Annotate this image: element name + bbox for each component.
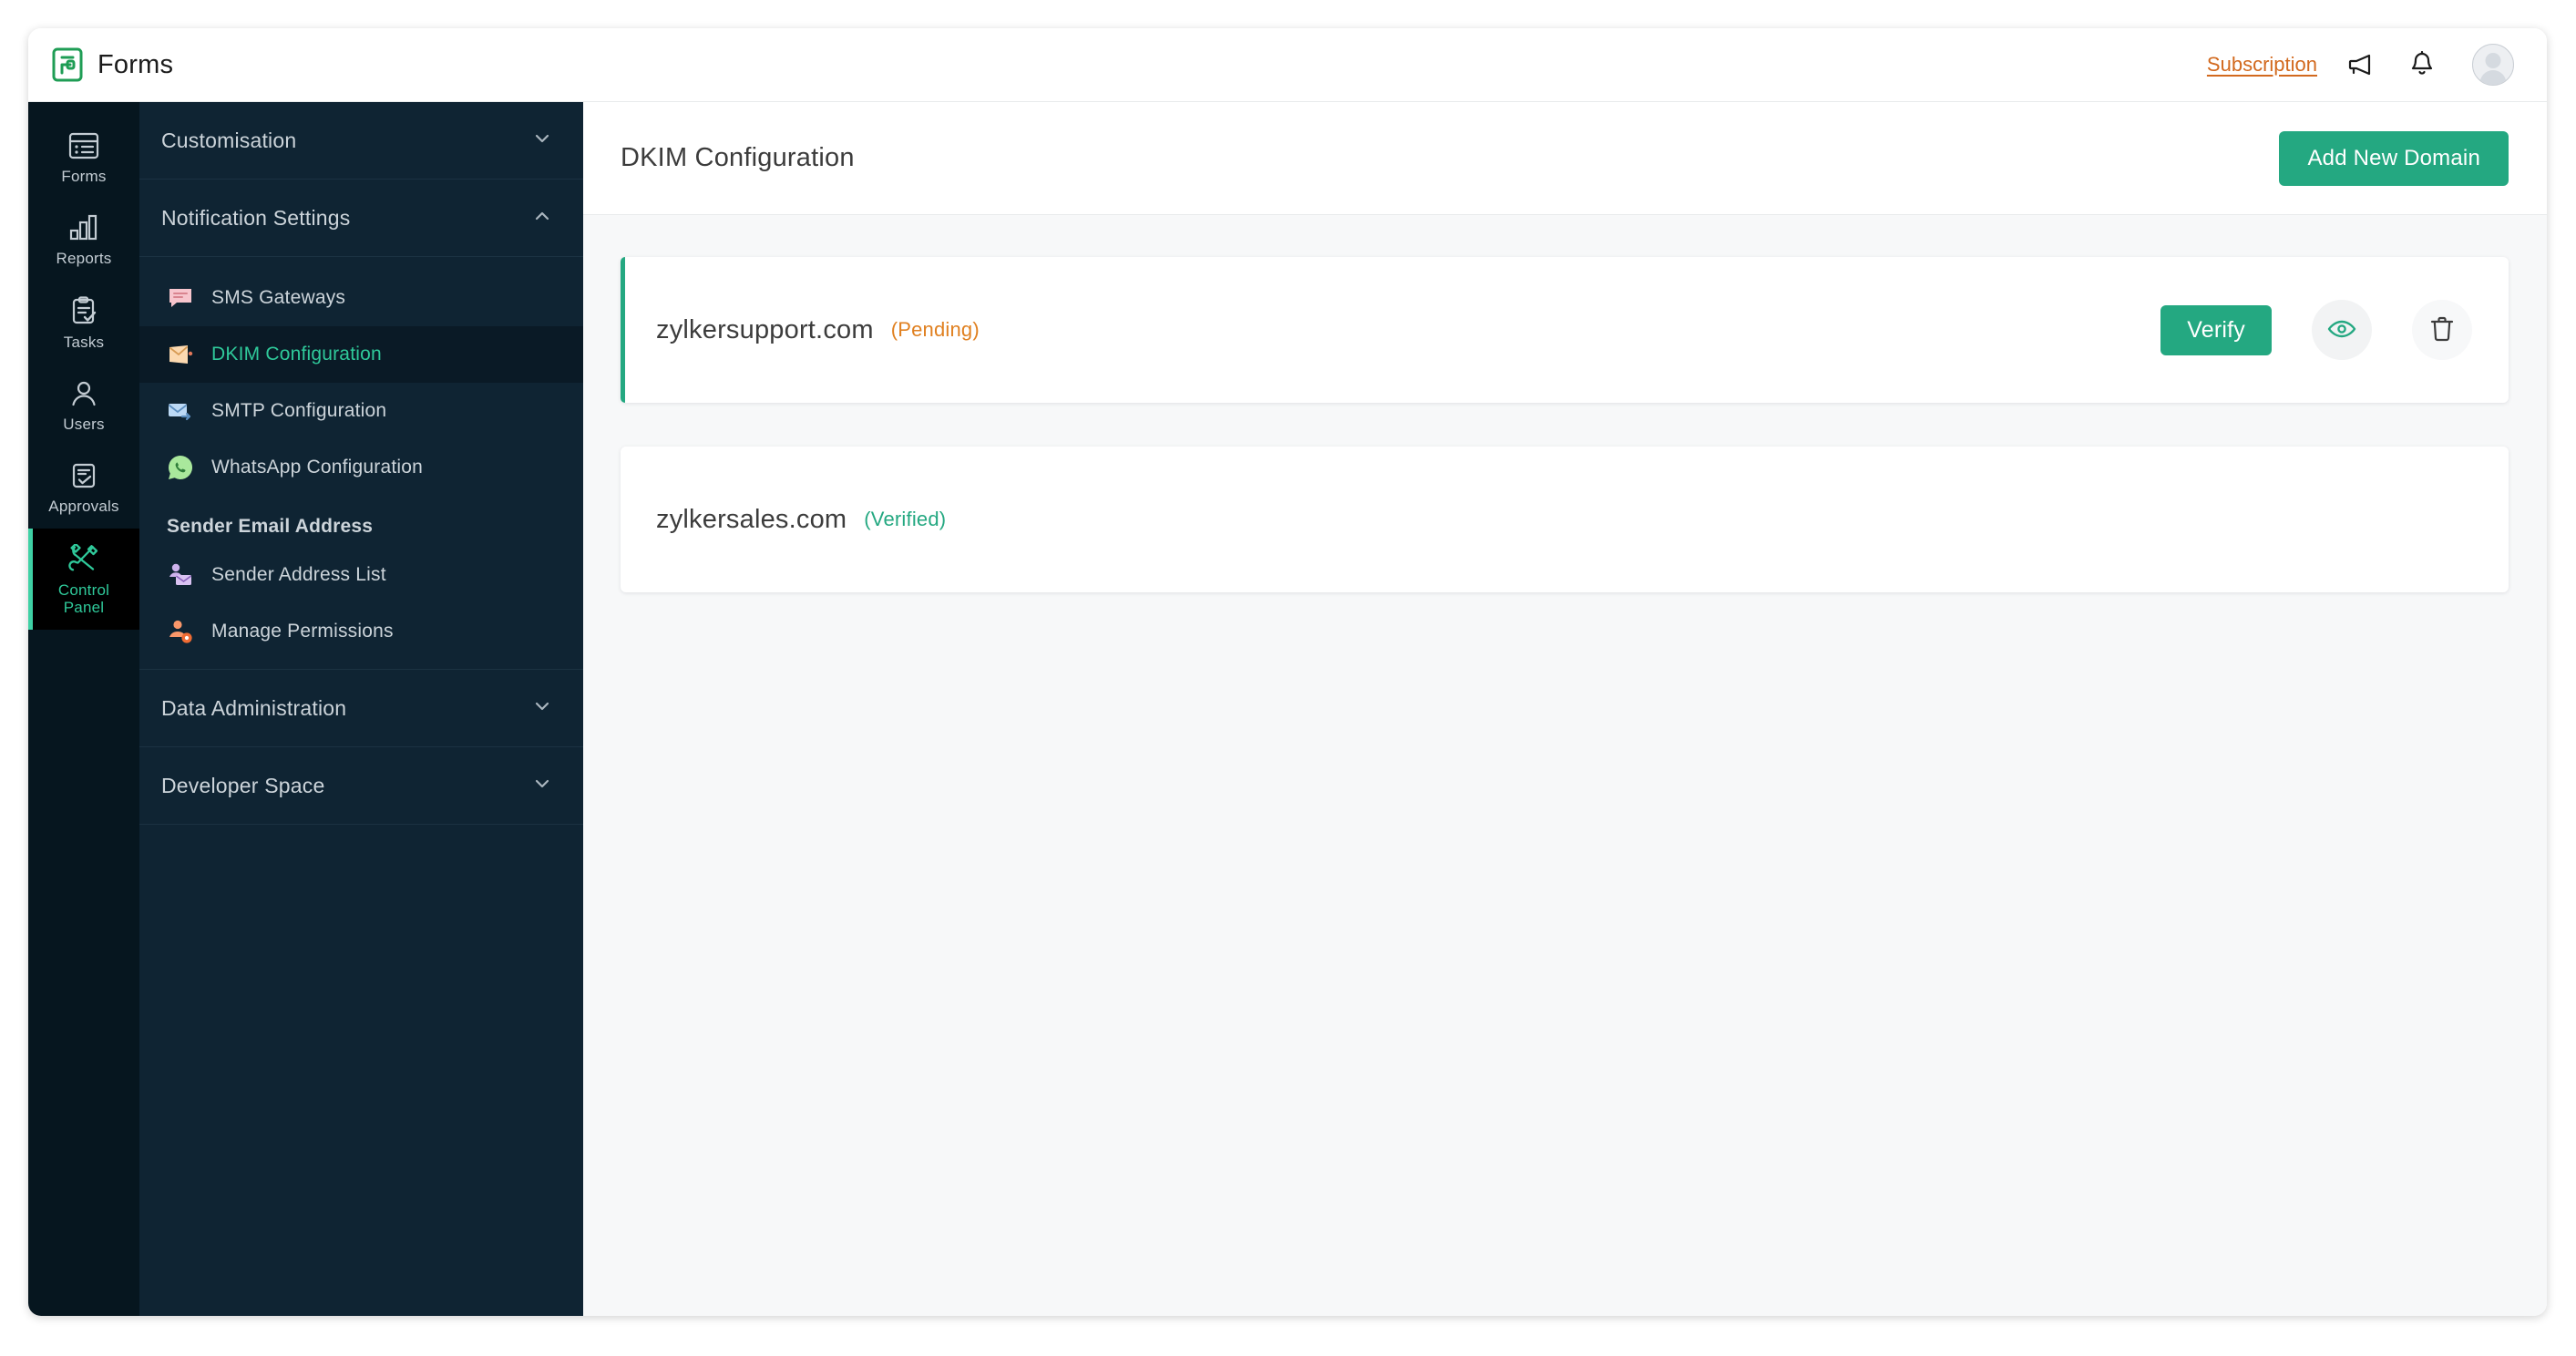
rail-item-users[interactable]: Users (28, 365, 139, 447)
tools-icon (68, 544, 99, 573)
card-actions: Verify (2160, 300, 2472, 360)
section-title: Data Administration (161, 695, 347, 720)
icon-rail: Forms Reports Tasks Users Approvals Cont… (28, 102, 139, 1316)
rail-label: Forms (61, 168, 107, 185)
main-content: DKIM Configuration Add New Domain View D… (583, 102, 2547, 1316)
section-title: Customisation (161, 128, 297, 152)
sidebar-item-manage-permissions[interactable]: Manage Permissions (139, 603, 583, 660)
settings-sidebar: Customisation Notification Settings SMS … (139, 102, 583, 1316)
chevron-down-icon (532, 696, 552, 721)
sms-chat-icon (167, 284, 194, 312)
rail-item-reports[interactable]: Reports (28, 199, 139, 281)
clipboard-check-icon (69, 296, 98, 325)
bar-chart-icon (68, 214, 99, 241)
bell-icon[interactable] (2407, 49, 2437, 80)
verify-button[interactable]: Verify (2160, 304, 2272, 355)
domain-card-pending[interactable]: zylkersupport.com (Pending) Verify (621, 257, 2509, 403)
body-row: Forms Reports Tasks Users Approvals Cont… (28, 102, 2547, 1316)
domain-name: zylkersales.com (656, 504, 847, 534)
user-icon (70, 380, 97, 407)
chevron-down-icon (532, 774, 552, 798)
eye-icon (2327, 319, 2356, 342)
sidebar-filler (139, 825, 583, 1316)
sidebar-item-label: Manage Permissions (211, 621, 394, 642)
sidebar-section-notification-settings[interactable]: Notification Settings (139, 180, 583, 257)
sidebar-item-label: Sender Address List (211, 564, 386, 585)
user-gear-icon (167, 618, 194, 645)
topbar-actions: Subscription (2207, 44, 2514, 86)
sidebar-item-sms-gateways[interactable]: SMS Gateways (139, 270, 583, 326)
delete-domain-button[interactable] (2412, 300, 2472, 360)
top-bar: Forms Subscription (28, 28, 2547, 102)
status-badge: (Pending) (890, 318, 980, 341)
forms-list-icon (68, 132, 99, 159)
user-envelope-icon (167, 561, 194, 589)
envelope-arrow-icon (167, 397, 194, 425)
sidebar-section-customisation[interactable]: Customisation (139, 102, 583, 180)
view-details-button[interactable] (2312, 300, 2372, 360)
sidebar-group-sender-email-address: Sender Email Address (167, 516, 374, 537)
add-new-domain-button[interactable]: Add New Domain (2279, 130, 2509, 186)
rail-item-control-panel[interactable]: Control Panel (28, 529, 139, 631)
avatar[interactable] (2472, 44, 2514, 86)
rail-item-forms[interactable]: Forms (28, 117, 139, 199)
trash-icon (2430, 315, 2454, 345)
section-title: Notification Settings (161, 205, 351, 230)
sidebar-item-dkim-configuration[interactable]: DKIM Configuration (139, 326, 583, 383)
sidebar-item-label: WhatsApp Configuration (211, 457, 424, 478)
brand[interactable]: Forms (52, 47, 173, 82)
rail-item-approvals[interactable]: Approvals (28, 447, 139, 529)
rail-label: Users (63, 416, 105, 434)
domain-list: View Details zylkersupport.com (Pending)… (583, 215, 2547, 1316)
sidebar-section-developer-space[interactable]: Developer Space (139, 747, 583, 825)
page-title: DKIM Configuration (621, 143, 855, 172)
sidebar-item-label: SMTP Configuration (211, 400, 387, 421)
sidebar-item-label: DKIM Configuration (211, 344, 382, 365)
content-header: DKIM Configuration Add New Domain (583, 102, 2547, 215)
app-window: Forms Subscription Forms Reports Tasks U… (28, 28, 2547, 1316)
sidebar-item-sender-address-list[interactable]: Sender Address List (139, 547, 583, 603)
app-title: Forms (97, 49, 174, 79)
rail-label: Control Panel (57, 581, 110, 617)
sidebar-item-label: SMS Gateways (211, 287, 346, 308)
sidebar-section-data-administration[interactable]: Data Administration (139, 670, 583, 747)
rail-label: Tasks (63, 334, 105, 352)
sidebar-item-smtp-configuration[interactable]: SMTP Configuration (139, 383, 583, 439)
section-title: Developer Space (161, 773, 325, 797)
status-badge: (Verified) (864, 508, 947, 530)
sidebar-item-whatsapp-configuration[interactable]: WhatsApp Configuration (139, 439, 583, 496)
subscription-link[interactable]: Subscription (2207, 53, 2317, 77)
document-check-icon (70, 462, 97, 489)
domain-card-verified[interactable]: zylkersales.com (Verified) (621, 447, 2509, 592)
chevron-down-icon (532, 128, 552, 153)
rail-label: Reports (56, 250, 112, 268)
notification-settings-body: SMS Gateways DKIM Configuration SMTP Con… (139, 257, 583, 669)
forms-logo-icon (52, 47, 83, 82)
megaphone-icon[interactable] (2346, 49, 2377, 80)
rail-label: Approvals (48, 498, 119, 516)
rail-item-tasks[interactable]: Tasks (28, 281, 139, 365)
whatsapp-icon (167, 454, 194, 481)
domain-name: zylkersupport.com (656, 314, 874, 344)
envelope-check-icon (167, 341, 194, 368)
chevron-up-icon (532, 206, 552, 231)
